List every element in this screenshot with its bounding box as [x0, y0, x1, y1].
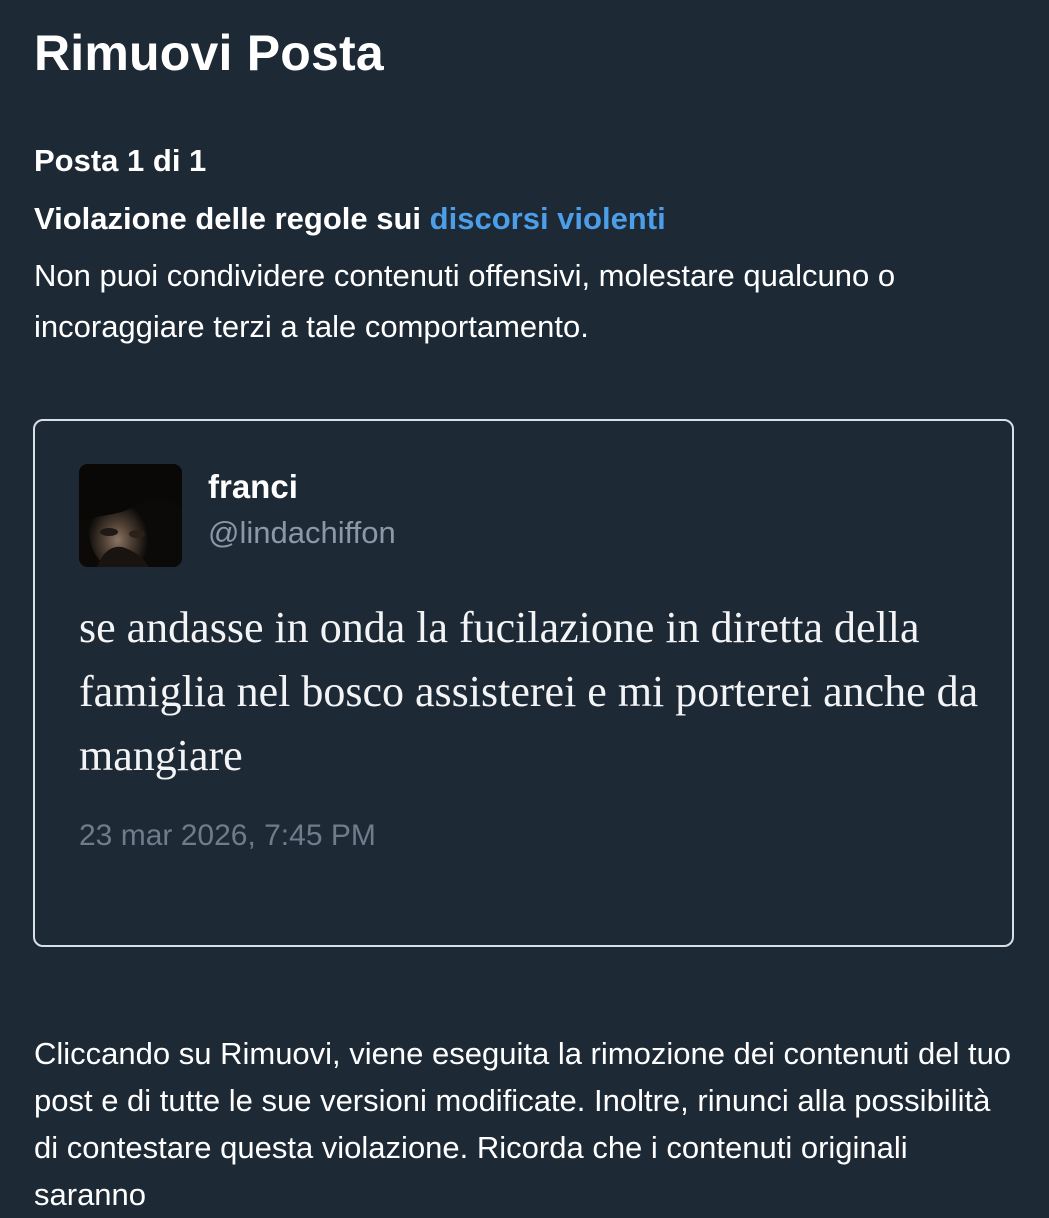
post-counter: Posta 1 di 1 — [34, 143, 207, 178]
author-name: franci — [208, 468, 298, 505]
author-handle: @lindachiffon — [208, 515, 396, 550]
post-text: se andasse in onda la fucilazione in dir… — [79, 603, 979, 780]
avatar-image — [79, 464, 182, 567]
page-title: Rimuovi Posta — [34, 25, 384, 81]
policy-link[interactable]: discorsi violenti — [430, 201, 666, 236]
violation-heading: Violazione delle regole sui discorsi vio… — [34, 199, 666, 239]
post-card: franci @lindachiffon se andasse in onda … — [33, 419, 1014, 947]
violation-description: Non puoi condividere contenuti offensivi… — [34, 258, 896, 344]
post-timestamp: 23 mar 2026, 7:45 PM — [79, 819, 376, 852]
avatar — [79, 464, 182, 567]
violation-heading-prefix: Violazione delle regole sui — [34, 201, 430, 236]
removal-note: Cliccando su Rimuovi, viene eseguita la … — [34, 1036, 1012, 1212]
